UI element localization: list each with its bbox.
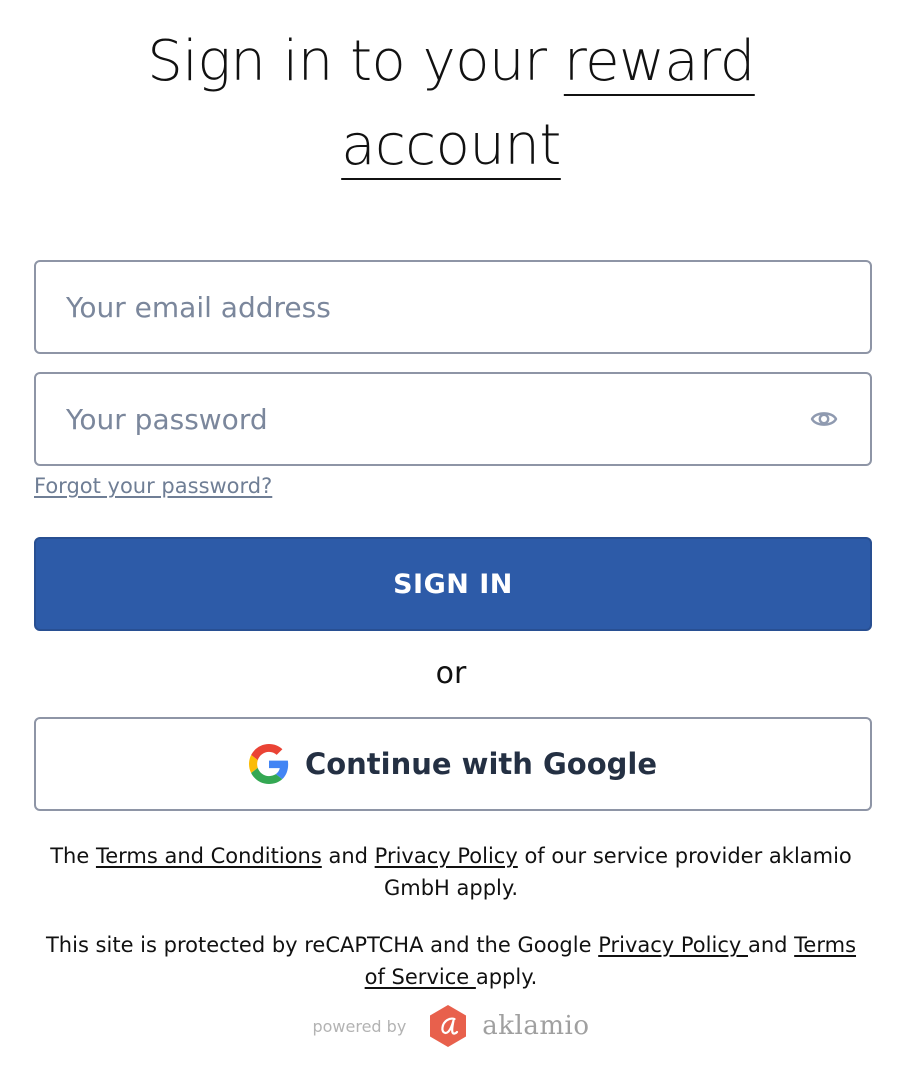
password-field-container <box>34 372 872 466</box>
recaptcha-note: This site is protected by reCAPTCHA and … <box>40 929 862 993</box>
recaptcha-text-1: This site is protected by reCAPTCHA and … <box>45 933 599 957</box>
continue-with-google-button[interactable]: Continue with Google <box>34 717 872 811</box>
sign-in-button[interactable]: SIGN IN <box>34 537 872 631</box>
forgot-password-link[interactable]: Forgot your password? <box>34 474 272 498</box>
privacy-policy-link[interactable]: Privacy Policy <box>375 844 518 868</box>
terms-and-conditions-link[interactable]: Terms and Conditions <box>96 844 322 868</box>
email-input[interactable] <box>36 262 870 352</box>
google-privacy-policy-link[interactable]: Privacy Policy <box>598 933 748 957</box>
powered-by-footer[interactable]: powered by aklamio <box>0 1004 902 1048</box>
recaptcha-text-3: apply. <box>475 965 538 989</box>
aklamio-brand-name: aklamio <box>482 1011 590 1041</box>
powered-by-text: powered by <box>312 1016 407 1036</box>
recaptcha-text-2: and <box>747 933 795 957</box>
title-text: Sign in to your <box>147 29 564 94</box>
title-underlined-reward: reward <box>563 29 755 94</box>
google-g-icon <box>248 744 289 784</box>
email-field-container <box>34 260 872 354</box>
page-title: Sign in to your reward account <box>0 20 902 188</box>
eye-icon[interactable] <box>810 408 838 430</box>
title-underlined-account: account <box>341 113 561 178</box>
terms-note: The Terms and Conditions and Privacy Pol… <box>40 840 862 904</box>
password-input[interactable] <box>36 374 870 464</box>
or-divider-text: or <box>435 656 467 691</box>
terms-text-1: The <box>50 844 96 868</box>
terms-text-2: and <box>321 844 375 868</box>
google-button-label: Continue with Google <box>304 747 658 781</box>
sign-in-label: SIGN IN <box>393 568 513 600</box>
aklamio-logo-icon <box>430 1005 467 1047</box>
